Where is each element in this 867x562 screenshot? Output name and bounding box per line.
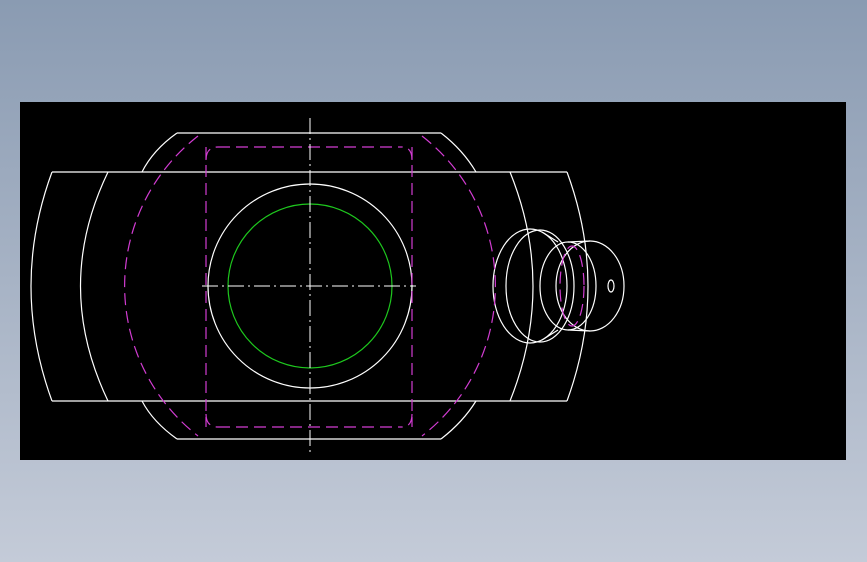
right-outer-arc [566, 171, 589, 402]
cad-viewport[interactable] [20, 102, 846, 460]
top-right-chamfer [440, 132, 477, 173]
right-inner-arc [509, 171, 534, 402]
left-outer-arc [30, 171, 53, 402]
hidden-lines [124, 135, 585, 437]
hidden-top-left-fillet [205, 146, 219, 161]
hidden-bottom-right-fillet [401, 413, 413, 428]
pin-head-top [567, 240, 591, 243]
bottom-left-chamfer [141, 400, 178, 440]
pin-head-bottom [567, 329, 591, 332]
pin-tip-hole [607, 279, 615, 293]
hidden-outer-arc [124, 135, 199, 437]
hidden-bottom-left-fillet [205, 413, 219, 428]
center-lines [202, 118, 416, 454]
left-inner-arc [79, 171, 109, 402]
cad-drawing [30, 118, 625, 454]
top-left-chamfer [141, 132, 178, 173]
bottom-right-chamfer [440, 400, 477, 440]
hidden-pin-ellipse [559, 245, 585, 327]
hidden-top-right-fillet [401, 146, 413, 161]
hidden-outer-arc-right [421, 135, 496, 437]
